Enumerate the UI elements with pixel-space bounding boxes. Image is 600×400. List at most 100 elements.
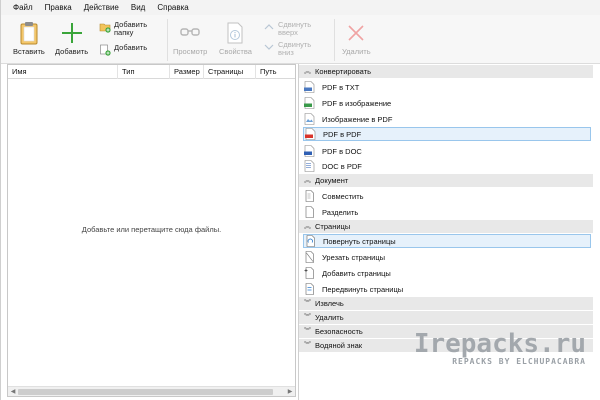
action-crop-pages[interactable]: Урезать страницы: [303, 250, 591, 264]
action-label: Урезать страницы: [322, 252, 386, 262]
add-button[interactable]: Добавить: [55, 21, 88, 56]
action-label: Изображение в PDF: [322, 114, 393, 124]
action-pdf-to-doc[interactable]: PDF в DOC: [303, 144, 591, 158]
action-label: Совместить: [322, 191, 364, 201]
scrollbar-thumb[interactable]: [18, 389, 273, 395]
menu-edit[interactable]: Правка: [39, 0, 78, 15]
menu-help[interactable]: Справка: [151, 0, 194, 15]
column-size[interactable]: Размер: [170, 65, 204, 79]
action-move-pages[interactable]: Передвинуть страницы: [303, 282, 591, 296]
close-icon: [348, 25, 364, 41]
column-pages[interactable]: Страницы: [204, 65, 256, 79]
file-list-header: Имя Тип Размер Страницы Путь: [8, 65, 295, 79]
action-label: Повернуть страницы: [323, 236, 396, 246]
app-window: Файл Правка Действие Вид Справка Вставит…: [0, 0, 600, 400]
section-delete[interactable]: ︾ Удалить: [299, 311, 593, 324]
add-folder-button[interactable]: Добавить папку: [99, 21, 147, 37]
horizontal-scrollbar[interactable]: ◀ ▶: [8, 386, 295, 396]
section-title: Конвертировать: [315, 67, 371, 76]
watermark-overlay: Irepacks.ru REPACKS BY ELCHUPACABRA: [414, 329, 586, 366]
view-label: Просмотр: [173, 47, 208, 56]
add-file-icon: [100, 44, 111, 56]
glasses-icon: [180, 28, 200, 36]
column-name[interactable]: Имя: [8, 65, 118, 79]
section-document[interactable]: ︽ Документ: [299, 174, 593, 187]
move-pages-icon: [305, 283, 314, 295]
section-title: Удалить: [315, 313, 344, 322]
action-label: PDF в PDF: [323, 129, 362, 139]
action-pdf-to-txt[interactable]: PDF в TXT: [303, 80, 591, 94]
crop-pages-icon: [305, 251, 314, 263]
image-to-pdf-icon: [304, 113, 315, 125]
move-down-button[interactable]: Сдвинуть вниз: [263, 41, 311, 57]
add-label: Добавить: [55, 47, 89, 56]
toolbar-separator: [334, 19, 335, 61]
menu-view[interactable]: Вид: [125, 0, 151, 15]
section-title: Извлечь: [315, 299, 344, 308]
action-label: DOC в PDF: [322, 161, 362, 171]
rotate-pages-icon: [306, 235, 315, 247]
toolbar: Вставить Добавить Добавить папку Добавит…: [1, 15, 600, 64]
expand-chevron-icon: ︾: [304, 300, 311, 307]
properties-button[interactable]: Свойства: [219, 21, 252, 56]
split-icon: [305, 206, 314, 218]
section-extract[interactable]: ︾ Извлечь: [299, 297, 593, 310]
move-up-button[interactable]: Сдвинуть вверх: [263, 21, 311, 37]
empty-list-hint: Добавьте или перетащите сюда файлы.: [81, 225, 222, 234]
doc-to-pdf-icon: [304, 160, 315, 172]
menu-bar: Файл Правка Действие Вид Справка: [1, 0, 600, 15]
scroll-right-icon[interactable]: ▶: [286, 388, 294, 396]
insert-button[interactable]: Вставить: [13, 21, 45, 56]
delete-label: Удалить: [342, 47, 371, 56]
column-type[interactable]: Тип: [118, 65, 170, 79]
file-list-panel[interactable]: Имя Тип Размер Страницы Путь Добавьте ил…: [7, 64, 296, 397]
add-pages-icon: [304, 267, 314, 279]
column-path[interactable]: Путь: [256, 65, 295, 79]
action-rotate-pages[interactable]: Повернуть страницы: [303, 234, 591, 248]
menu-file[interactable]: Файл: [7, 0, 39, 15]
action-split[interactable]: Разделить: [303, 205, 591, 219]
action-pdf-to-image[interactable]: PDF в изображение: [303, 96, 591, 110]
scroll-left-icon[interactable]: ◀: [9, 388, 17, 396]
insert-label: Вставить: [13, 47, 45, 56]
section-title: Документ: [315, 176, 349, 185]
chevron-up-icon: [264, 24, 274, 30]
view-button[interactable]: Просмотр: [173, 21, 207, 56]
add-file-label: Добавить: [114, 43, 148, 52]
collapse-chevron-icon: ︽: [304, 177, 311, 184]
collapse-chevron-icon: ︽: [304, 68, 311, 75]
chevron-down-icon: [264, 44, 274, 50]
pdf-to-txt-icon: [304, 81, 315, 93]
action-image-to-pdf[interactable]: Изображение в PDF: [303, 112, 591, 126]
expand-chevron-icon: ︾: [304, 314, 311, 321]
pdf-to-image-icon: [304, 97, 315, 109]
section-title: Страницы: [315, 222, 351, 231]
delete-button[interactable]: Удалить: [342, 21, 371, 56]
collapse-chevron-icon: ︽: [304, 223, 311, 230]
pdf-to-doc-icon: [304, 145, 315, 157]
add-folder-icon: [99, 23, 111, 33]
action-doc-to-pdf[interactable]: DOC в PDF: [303, 159, 591, 173]
pdf-to-pdf-icon: [305, 128, 316, 140]
section-pages[interactable]: ︽ Страницы: [299, 220, 593, 233]
action-label: PDF в изображение: [322, 98, 392, 108]
watermark-site: Irepacks.ru: [413, 329, 586, 359]
action-label: PDF в DOC: [322, 146, 362, 156]
action-label: Передвинуть страницы: [322, 284, 404, 294]
info-document-icon: [227, 22, 243, 44]
plus-icon: [61, 23, 82, 43]
menu-action[interactable]: Действие: [78, 0, 125, 15]
merge-icon: [305, 190, 314, 202]
add-folder-label: Добавить папку: [114, 20, 148, 37]
action-add-pages[interactable]: Добавить страницы: [303, 266, 591, 280]
section-convert[interactable]: ︽ Конвертировать: [299, 65, 593, 78]
action-label: Разделить: [322, 207, 359, 217]
action-pdf-to-pdf[interactable]: PDF в PDF: [303, 127, 591, 141]
expand-chevron-icon: ︾: [304, 342, 311, 349]
properties-label: Свойства: [219, 47, 252, 56]
add-file-button[interactable]: Добавить: [99, 44, 147, 56]
section-title: Водяной знак: [315, 341, 363, 350]
action-merge[interactable]: Совместить: [303, 189, 591, 203]
expand-chevron-icon: ︾: [304, 328, 311, 335]
action-label: Добавить страницы: [322, 268, 391, 278]
